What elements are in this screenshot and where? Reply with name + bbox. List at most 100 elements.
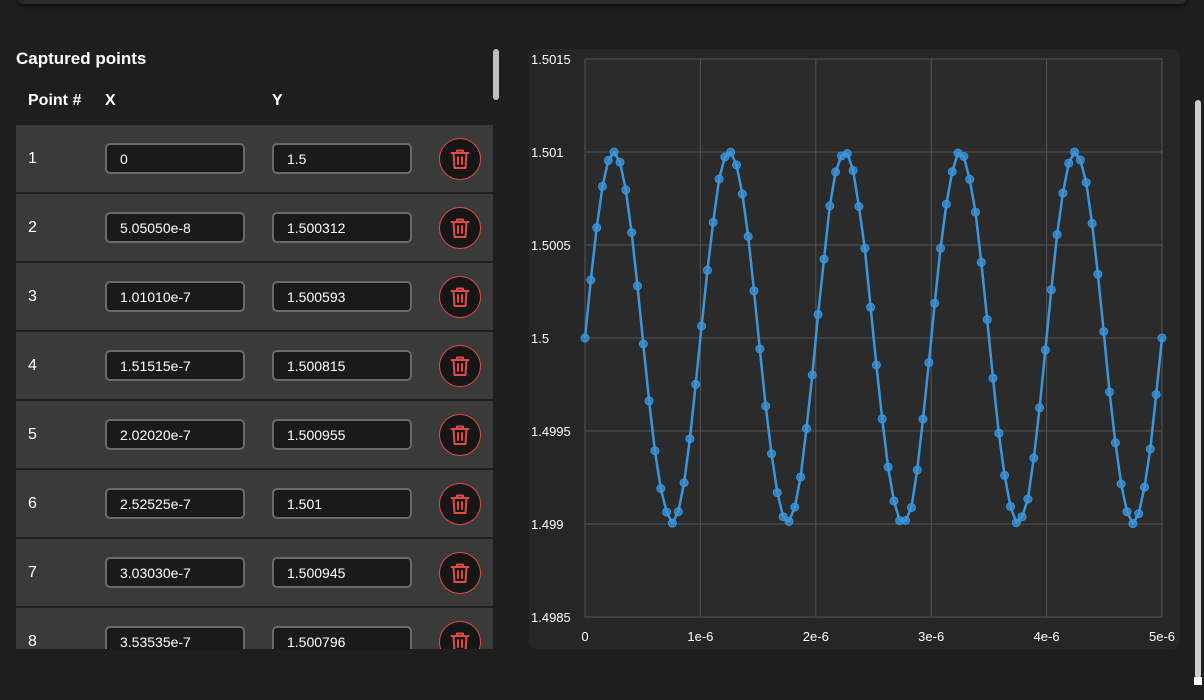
trash-icon [450, 218, 470, 238]
delete-point-button[interactable] [439, 345, 481, 387]
x-tick-label: 4e-6 [1034, 629, 1060, 644]
top-panel-edge [18, 0, 1186, 4]
data-point [825, 201, 835, 211]
data-point [901, 516, 911, 525]
x-input[interactable] [105, 143, 245, 174]
y-tick-label: 1.4995 [531, 424, 571, 439]
y-axis: 1.4985 1.499 1.4995 1.5 1.5005 1.501 1.5015 [531, 52, 571, 625]
data-point [971, 207, 980, 217]
point-number: 7 [28, 564, 37, 581]
data-point [685, 434, 695, 444]
y-input[interactable] [272, 143, 412, 174]
data-point [761, 401, 771, 411]
x-input[interactable] [105, 281, 245, 312]
data-point [662, 507, 672, 517]
data-point [1110, 438, 1120, 448]
data-point [941, 199, 951, 209]
trash-icon [450, 425, 470, 445]
trash-icon [450, 494, 470, 514]
y-input[interactable] [272, 488, 412, 519]
data-point [842, 149, 852, 158]
data-point [918, 414, 928, 424]
data-point [866, 302, 876, 312]
data-point [1040, 345, 1050, 355]
table-row: 5 [16, 401, 493, 468]
data-point [965, 174, 975, 184]
y-tick-label: 1.5005 [531, 238, 571, 253]
point-number: 1 [28, 150, 37, 167]
chart-panel: 1.4985 1.499 1.4995 1.5 1.5005 1.501 1.5015 01… [529, 49, 1180, 649]
x-input[interactable] [105, 419, 245, 450]
data-point [603, 155, 613, 165]
x-input[interactable] [105, 557, 245, 588]
data-point [1105, 387, 1114, 397]
y-tick-label: 1.5015 [531, 52, 571, 67]
x-tick-label: 2e-6 [803, 629, 829, 644]
x-tick-label: 3e-6 [918, 629, 944, 644]
data-point [802, 423, 811, 433]
table-row: 8 [16, 608, 493, 649]
data-point [1122, 507, 1132, 517]
y-input[interactable] [272, 281, 412, 312]
data-point [936, 243, 945, 253]
delete-point-button[interactable] [439, 621, 481, 649]
x-input[interactable] [105, 488, 245, 519]
data-point [976, 257, 986, 267]
y-input[interactable] [272, 212, 412, 243]
resize-corner[interactable] [1194, 677, 1202, 685]
data-point [1046, 285, 1056, 295]
data-point [912, 465, 922, 475]
data-point [609, 147, 619, 157]
table-row: 1 [16, 125, 493, 192]
data-point [714, 174, 724, 184]
data-point [1140, 482, 1149, 492]
data-point [883, 462, 893, 472]
x-tick-label: 5e-6 [1149, 629, 1175, 644]
data-point [621, 185, 631, 195]
column-header-x: X [105, 92, 116, 109]
data-point [679, 478, 689, 488]
trash-icon [450, 149, 470, 169]
data-point [790, 502, 800, 512]
delete-point-button[interactable] [439, 207, 481, 249]
data-point [1116, 479, 1126, 489]
y-input[interactable] [272, 350, 412, 381]
delete-point-button[interactable] [439, 414, 481, 456]
delete-point-button[interactable] [439, 552, 481, 594]
data-point [772, 488, 782, 498]
data-point [1070, 147, 1080, 157]
data-point [831, 167, 841, 177]
data-point [691, 379, 701, 389]
point-number: 2 [28, 219, 37, 236]
x-tick-label: 1e-6 [687, 629, 713, 644]
data-point [1145, 444, 1155, 454]
y-input[interactable] [272, 626, 412, 649]
data-point [1081, 178, 1091, 187]
table-row: 6 [16, 470, 493, 537]
y-tick-label: 1.501 [531, 145, 564, 160]
x-input[interactable] [105, 212, 245, 243]
panel-title: Captured points [16, 49, 147, 68]
delete-point-button[interactable] [439, 138, 481, 180]
data-point [860, 243, 870, 253]
data-point [982, 315, 992, 325]
data-point [848, 165, 858, 175]
points-scrollbar[interactable] [493, 49, 499, 100]
data-point [726, 147, 736, 157]
table-row: 7 [16, 539, 493, 606]
table-row: 3 [16, 263, 493, 330]
page-scrollbar[interactable] [1195, 100, 1201, 678]
data-point [959, 152, 969, 161]
data-point [947, 167, 957, 177]
data-point [708, 217, 718, 227]
y-input[interactable] [272, 557, 412, 588]
delete-point-button[interactable] [439, 483, 481, 525]
x-input[interactable] [105, 350, 245, 381]
data-point [737, 189, 747, 199]
data-point [1151, 390, 1161, 399]
delete-point-button[interactable] [439, 276, 481, 318]
data-point [1087, 218, 1097, 228]
data-point [819, 254, 829, 264]
x-input[interactable] [105, 626, 245, 649]
y-input[interactable] [272, 419, 412, 450]
